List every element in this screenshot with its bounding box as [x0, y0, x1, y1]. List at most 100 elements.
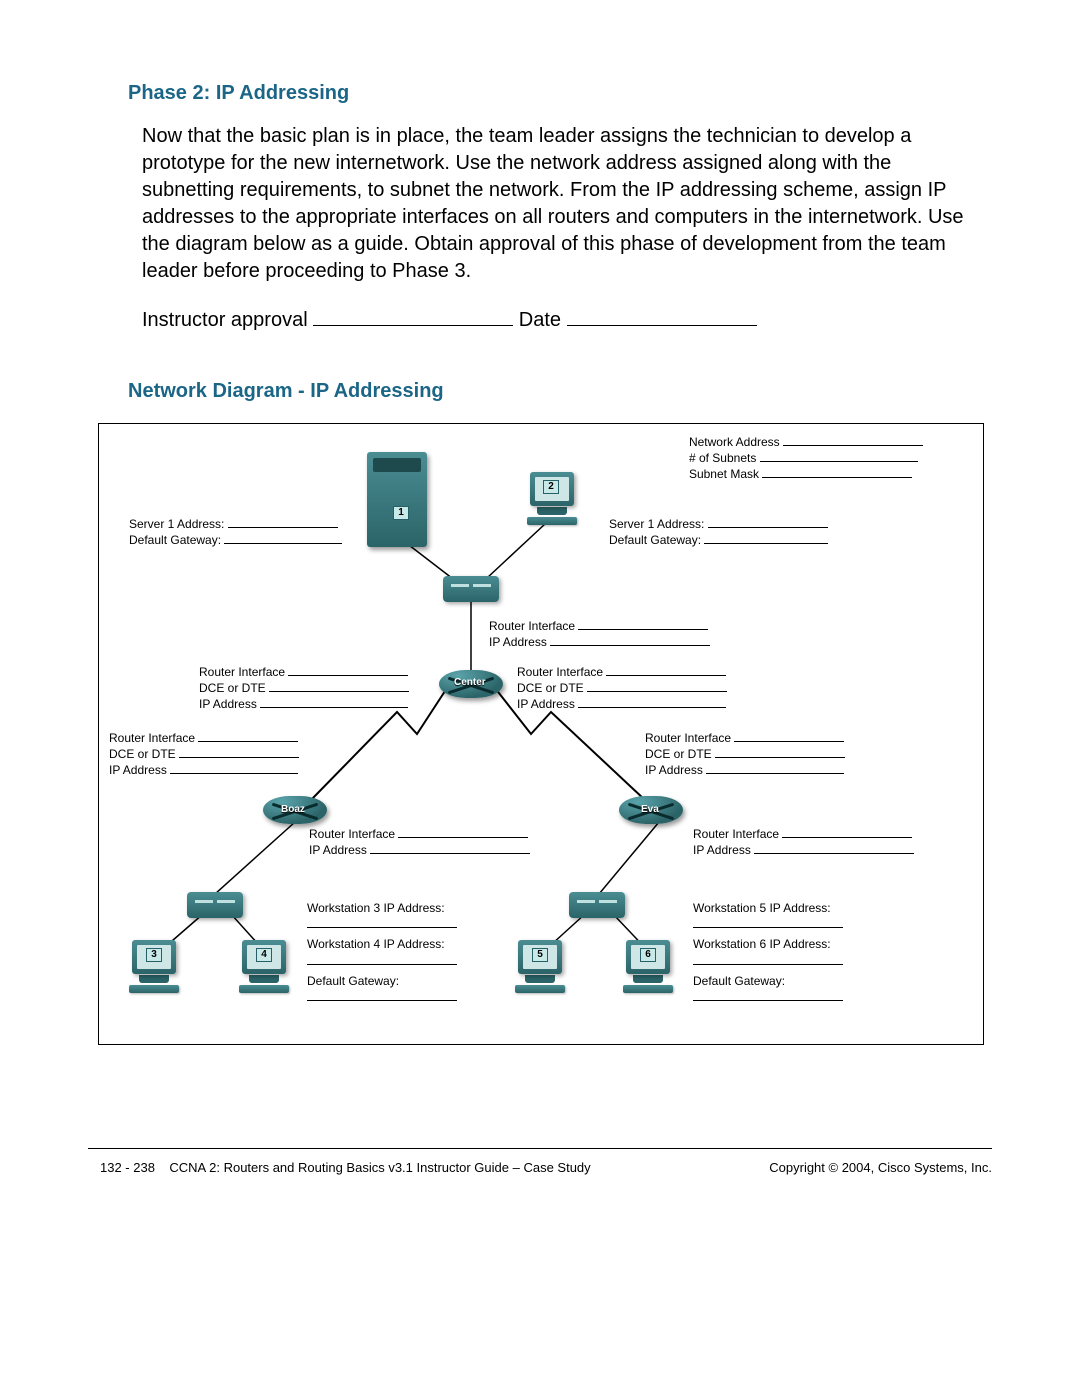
- server1-gateway-blank[interactable]: [224, 533, 342, 544]
- approval-blank[interactable]: [313, 305, 513, 326]
- approval-line: Instructor approval Date: [142, 305, 978, 332]
- page-number: 132 - 238: [100, 1160, 155, 1175]
- boaz-lan-iface: Router Interface IP Address: [309, 826, 530, 858]
- server1-address-blank[interactable]: [228, 517, 338, 528]
- eva-lan-iface: Router Interface IP Address: [693, 826, 914, 858]
- router-interface-label-2: Router Interface: [199, 665, 285, 679]
- router-center-name: Center: [454, 677, 486, 688]
- ip-address-label-6: IP Address: [309, 843, 367, 857]
- ip-address-label-3: IP Address: [517, 697, 575, 711]
- device-number-1: 1: [393, 506, 409, 520]
- pc2-address-label: Server 1 Address:: [609, 517, 704, 531]
- ip-address-label-1: IP Address: [489, 635, 547, 649]
- pc2-gateway-blank[interactable]: [704, 533, 828, 544]
- date-label: Date: [519, 309, 561, 331]
- section-title-phase2: Phase 2: IP Addressing: [128, 82, 992, 105]
- router-interface-blank-4[interactable]: [198, 731, 298, 742]
- boaz-gw-label: Default Gateway:: [307, 974, 399, 988]
- router-interface-blank-1[interactable]: [578, 619, 708, 630]
- center-top-iface: Router Interface IP Address: [489, 618, 710, 650]
- subnet-mask-blank[interactable]: [762, 467, 912, 478]
- ip-address-blank-5[interactable]: [706, 763, 844, 774]
- ip-address-blank-4[interactable]: [170, 763, 298, 774]
- device-number-6: 6: [640, 948, 656, 962]
- device-number-5: 5: [532, 948, 548, 962]
- ws3-blank[interactable]: [307, 917, 457, 928]
- device-number-2: 2: [543, 480, 559, 494]
- num-subnets-label: # of Subnets: [689, 451, 756, 465]
- server-1-icon: [367, 452, 427, 547]
- router-interface-blank-5[interactable]: [734, 731, 844, 742]
- eva-gw-label: Default Gateway:: [693, 974, 785, 988]
- body-paragraph: Now that the basic plan is in place, the…: [142, 123, 978, 285]
- section-title-diagram: Network Diagram - IP Addressing: [128, 380, 992, 403]
- pc2-gateway-label: Default Gateway:: [609, 533, 701, 547]
- page: Phase 2: IP Addressing Now that the basi…: [0, 0, 1080, 1397]
- ip-address-label-4: IP Address: [109, 763, 167, 777]
- ip-address-blank-3[interactable]: [578, 697, 726, 708]
- ip-address-label-2: IP Address: [199, 697, 257, 711]
- eva-ws-labels: Workstation 5 IP Address: Workstation 6 …: [693, 900, 843, 1005]
- ip-address-blank-1[interactable]: [550, 635, 710, 646]
- ip-address-label-5: IP Address: [645, 763, 703, 777]
- ws4-label: Workstation 4 IP Address:: [307, 937, 445, 951]
- date-blank[interactable]: [567, 305, 757, 326]
- router-interface-label-3: Router Interface: [517, 665, 603, 679]
- router-interface-label-4: Router Interface: [109, 731, 195, 745]
- center-right-iface: Router Interface DCE or DTE IP Address: [517, 664, 727, 713]
- device-number-3: 3: [146, 948, 162, 962]
- router-interface-label-5: Router Interface: [645, 731, 731, 745]
- switch-eva-icon: [569, 892, 625, 918]
- router-boaz-name: Boaz: [281, 804, 305, 815]
- ws6-blank[interactable]: [693, 954, 843, 965]
- boaz-gw-blank[interactable]: [307, 990, 457, 1001]
- device-number-4: 4: [256, 948, 272, 962]
- server1-gateway-label: Default Gateway:: [129, 533, 221, 547]
- router-interface-blank-2[interactable]: [288, 665, 408, 676]
- network-address-blank[interactable]: [783, 435, 923, 446]
- router-interface-blank-6[interactable]: [398, 827, 528, 838]
- subnet-mask-label: Subnet Mask: [689, 467, 759, 481]
- router-interface-blank-7[interactable]: [782, 827, 912, 838]
- dce-dte-label-4: DCE or DTE: [645, 747, 712, 761]
- switch-boaz-icon: [187, 892, 243, 918]
- dce-dte-label-3: DCE or DTE: [109, 747, 176, 761]
- eva-gw-blank[interactable]: [693, 990, 843, 1001]
- router-interface-label-7: Router Interface: [693, 827, 779, 841]
- instructor-approval-label: Instructor approval: [142, 309, 308, 331]
- eva-serial-iface: Router Interface DCE or DTE IP Address: [645, 730, 845, 779]
- dce-dte-blank-2[interactable]: [587, 681, 727, 692]
- ip-address-blank-6[interactable]: [370, 843, 530, 854]
- footer-left: 132 - 238 CCNA 2: Routers and Routing Ba…: [100, 1160, 591, 1175]
- ws3-label: Workstation 3 IP Address:: [307, 901, 445, 915]
- footer-title: CCNA 2: Routers and Routing Basics v3.1 …: [169, 1160, 590, 1175]
- network-address-block: Network Address # of Subnets Subnet Mask: [689, 434, 923, 483]
- router-interface-label-6: Router Interface: [309, 827, 395, 841]
- center-left-iface: Router Interface DCE or DTE IP Address: [199, 664, 409, 713]
- pc2-address-blank[interactable]: [708, 517, 828, 528]
- dce-dte-blank-1[interactable]: [269, 681, 409, 692]
- ws5-blank[interactable]: [693, 917, 843, 928]
- ws5-label: Workstation 5 IP Address:: [693, 901, 831, 915]
- page-footer: 132 - 238 CCNA 2: Routers and Routing Ba…: [100, 1160, 992, 1175]
- switch-top-icon: [443, 576, 499, 602]
- ip-address-blank-2[interactable]: [260, 697, 408, 708]
- dce-dte-label-1: DCE or DTE: [199, 681, 266, 695]
- router-eva-name: Eva: [641, 804, 659, 815]
- ws4-blank[interactable]: [307, 954, 457, 965]
- server1-address-label: Server 1 Address:: [129, 517, 224, 531]
- ws6-label: Workstation 6 IP Address:: [693, 937, 831, 951]
- router-interface-blank-3[interactable]: [606, 665, 726, 676]
- footer-rule: [88, 1148, 992, 1149]
- ip-address-blank-7[interactable]: [754, 843, 914, 854]
- footer-copyright: Copyright © 2004, Cisco Systems, Inc.: [769, 1160, 992, 1175]
- dce-dte-blank-3[interactable]: [179, 747, 299, 758]
- server1-left-labels: Server 1 Address: Default Gateway:: [129, 516, 342, 548]
- network-diagram: Network Address # of Subnets Subnet Mask…: [98, 423, 984, 1045]
- router-interface-label-1: Router Interface: [489, 619, 575, 633]
- dce-dte-label-2: DCE or DTE: [517, 681, 584, 695]
- server1-right-labels: Server 1 Address: Default Gateway:: [609, 516, 828, 548]
- network-address-label: Network Address: [689, 435, 780, 449]
- dce-dte-blank-4[interactable]: [715, 747, 845, 758]
- num-subnets-blank[interactable]: [760, 451, 918, 462]
